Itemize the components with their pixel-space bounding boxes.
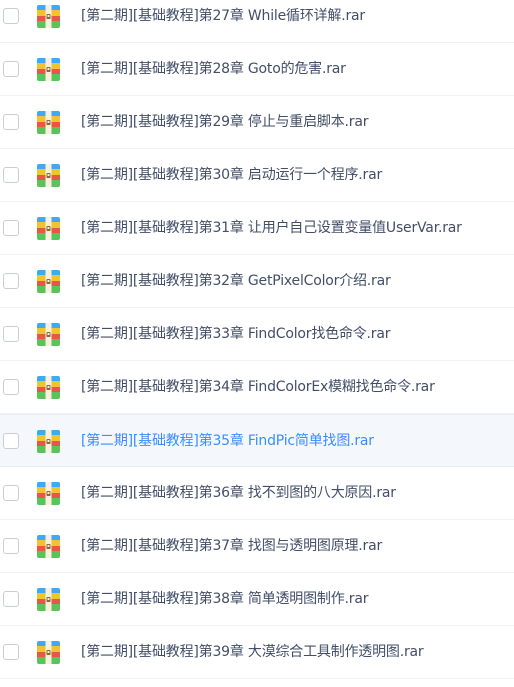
- file-row[interactable]: [第二期][基础教程]第33章 FindColor找色命令.rar: [0, 308, 514, 361]
- archive-rar-icon: [37, 111, 60, 134]
- row-checkbox[interactable]: [3, 433, 19, 449]
- row-checkbox[interactable]: [3, 379, 19, 395]
- archive-rar-icon: [37, 376, 60, 399]
- row-checkbox[interactable]: [3, 167, 19, 183]
- file-row[interactable]: [第二期][基础教程]第31章 让用户自己设置变量值UserVar.rar: [0, 202, 514, 255]
- file-row[interactable]: [第二期][基础教程]第37章 找图与透明图原理.rar: [0, 520, 514, 573]
- file-row[interactable]: [第二期][基础教程]第30章 启动运行一个程序.rar: [0, 149, 514, 202]
- file-row[interactable]: [第二期][基础教程]第28章 Goto的危害.rar: [0, 43, 514, 96]
- row-checkbox[interactable]: [3, 644, 19, 660]
- row-checkbox[interactable]: [3, 485, 19, 501]
- file-name[interactable]: [第二期][基础教程]第28章 Goto的危害.rar: [81, 60, 346, 78]
- file-row[interactable]: [第二期][基础教程]第38章 简单透明图制作.rar: [0, 573, 514, 626]
- file-name[interactable]: [第二期][基础教程]第30章 启动运行一个程序.rar: [81, 166, 382, 184]
- file-name[interactable]: [第二期][基础教程]第29章 停止与重启脚本.rar: [81, 113, 368, 131]
- archive-rar-icon: [37, 5, 60, 28]
- file-name[interactable]: [第二期][基础教程]第34章 FindColorEx模糊找色命令.rar: [81, 378, 435, 396]
- archive-rar-icon: [37, 588, 60, 611]
- row-checkbox[interactable]: [3, 538, 19, 554]
- row-checkbox[interactable]: [3, 220, 19, 236]
- file-name[interactable]: [第二期][基础教程]第32章 GetPixelColor介绍.rar: [81, 272, 391, 290]
- archive-rar-icon: [37, 58, 60, 81]
- archive-rar-icon: [37, 164, 60, 187]
- row-checkbox[interactable]: [3, 326, 19, 342]
- file-name[interactable]: [第二期][基础教程]第38章 简单透明图制作.rar: [81, 590, 368, 608]
- file-row[interactable]: [第二期][基础教程]第29章 停止与重启脚本.rar: [0, 96, 514, 149]
- file-name[interactable]: [第二期][基础教程]第27章 While循环详解.rar: [81, 7, 365, 25]
- file-list: [第二期][基础教程]第27章 While循环详解.rar [第二期][基础教程…: [0, 0, 514, 679]
- archive-rar-icon: [37, 323, 60, 346]
- file-row[interactable]: [第二期][基础教程]第34章 FindColorEx模糊找色命令.rar: [0, 361, 514, 414]
- row-checkbox[interactable]: [3, 61, 19, 77]
- row-checkbox[interactable]: [3, 114, 19, 130]
- file-row[interactable]: [第二期][基础教程]第27章 While循环详解.rar: [0, 0, 514, 43]
- file-name[interactable]: [第二期][基础教程]第35章 FindPic简单找图.rar: [81, 432, 374, 450]
- archive-rar-icon: [37, 641, 60, 664]
- archive-rar-icon: [37, 270, 60, 293]
- archive-rar-icon: [37, 482, 60, 505]
- file-name[interactable]: [第二期][基础教程]第31章 让用户自己设置变量值UserVar.rar: [81, 219, 462, 237]
- file-name[interactable]: [第二期][基础教程]第36章 找不到图的八大原因.rar: [81, 484, 396, 502]
- file-name[interactable]: [第二期][基础教程]第33章 FindColor找色命令.rar: [81, 325, 390, 343]
- file-name[interactable]: [第二期][基础教程]第39章 大漠综合工具制作透明图.rar: [81, 643, 424, 661]
- row-checkbox[interactable]: [3, 8, 19, 24]
- archive-rar-icon: [37, 430, 60, 453]
- row-checkbox[interactable]: [3, 273, 19, 289]
- row-checkbox[interactable]: [3, 591, 19, 607]
- file-name[interactable]: [第二期][基础教程]第37章 找图与透明图原理.rar: [81, 537, 382, 555]
- file-row[interactable]: [第二期][基础教程]第39章 大漠综合工具制作透明图.rar: [0, 626, 514, 679]
- archive-rar-icon: [37, 217, 60, 240]
- archive-rar-icon: [37, 535, 60, 558]
- file-row[interactable]: [第二期][基础教程]第35章 FindPic简单找图.rar: [0, 414, 514, 467]
- file-row[interactable]: [第二期][基础教程]第36章 找不到图的八大原因.rar: [0, 467, 514, 520]
- file-row[interactable]: [第二期][基础教程]第32章 GetPixelColor介绍.rar: [0, 255, 514, 308]
